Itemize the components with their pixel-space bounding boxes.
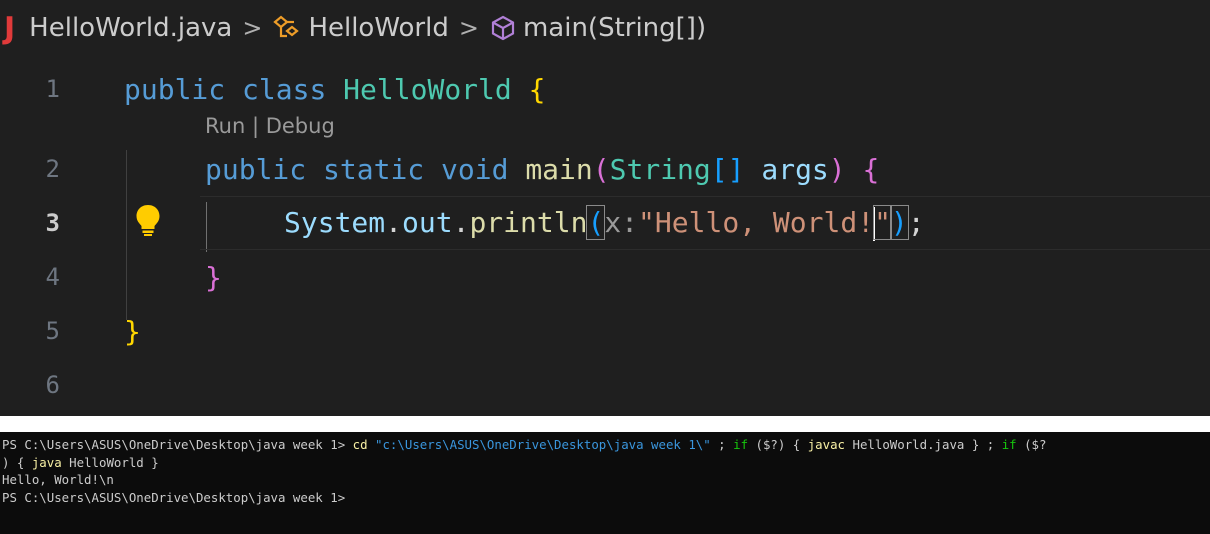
breadcrumb-class[interactable]: HelloWorld	[308, 13, 448, 43]
debug-codelens[interactable]: Debug	[266, 114, 335, 138]
code-line-2[interactable]: 2 public static void main(String[] args)…	[0, 142, 1210, 196]
line-number: 5	[45, 317, 60, 345]
terminal-output: Hello, World!\n	[2, 472, 114, 487]
line-number: 2	[45, 155, 60, 183]
line-number-active: 3	[45, 209, 60, 237]
method-cube-icon	[489, 14, 517, 42]
terminal-prompt[interactable]: PS C:\Users\ASUS\OneDrive\Desktop\java w…	[2, 489, 1210, 507]
breadcrumb-separator: >	[458, 14, 479, 42]
line-number: 4	[45, 263, 60, 291]
code-line-5[interactable]: 5 }	[0, 304, 1210, 358]
line-text: }	[205, 260, 222, 294]
codelens: Run | Debug	[205, 110, 335, 142]
terminal-command-continuation: ) { java HelloWorld }	[2, 454, 159, 470]
java-file-icon: J	[4, 10, 16, 46]
breadcrumb-separator: >	[242, 14, 263, 42]
terminal-command-line: PS C:\Users\ASUS\OneDrive\Desktop\java w…	[2, 437, 1047, 452]
code-line-6[interactable]: 6	[0, 358, 1210, 412]
code-editor[interactable]: J HelloWorld.java > HelloWorld > main(St…	[0, 0, 1210, 416]
code-area[interactable]: 1 public class HelloWorld { Run | Debug …	[0, 62, 1210, 412]
codelens-divider: |	[245, 114, 266, 138]
class-symbol-icon	[272, 14, 302, 42]
breadcrumb: J HelloWorld.java > HelloWorld > main(St…	[0, 6, 706, 50]
code-line-4[interactable]: 4 }	[0, 250, 1210, 304]
code-line-1[interactable]: 1 public class HelloWorld {	[0, 62, 1210, 116]
line-text: public static void main(String[] args) {	[205, 152, 880, 186]
line-text: }	[124, 314, 141, 348]
breadcrumb-file[interactable]: HelloWorld.java	[29, 13, 232, 43]
run-codelens[interactable]: Run	[205, 114, 245, 138]
terminal-panel[interactable]: PS C:\Users\ASUS\OneDrive\Desktop\java w…	[0, 432, 1210, 534]
parameter-hint: x:	[604, 205, 639, 239]
lightbulb-icon[interactable]	[134, 203, 162, 244]
line-text: public class HelloWorld {	[124, 72, 546, 106]
breadcrumb-method[interactable]: main(String[])	[523, 13, 706, 43]
line-number: 6	[45, 371, 60, 399]
code-line-3[interactable]: 3 System.out.println(x:"Hello, World!");	[0, 196, 1210, 250]
line-text: System.out.println(x:"Hello, World!");	[284, 204, 925, 241]
line-number: 1	[45, 75, 60, 103]
